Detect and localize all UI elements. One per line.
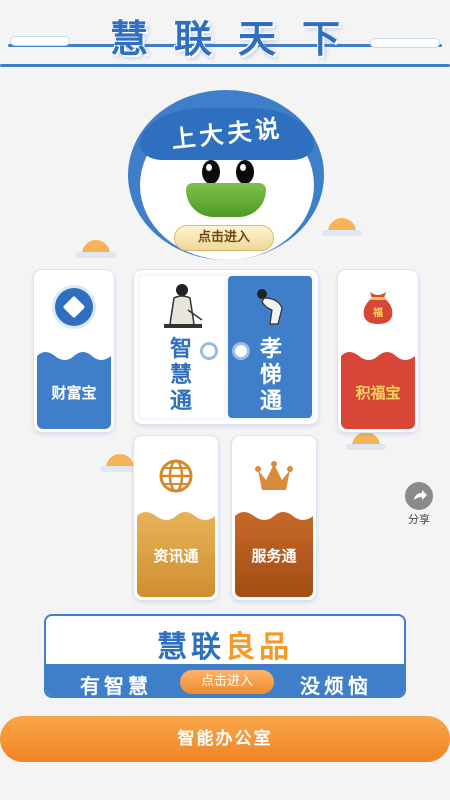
mascot-eye-icon <box>236 160 254 184</box>
share-icon <box>405 482 433 510</box>
wave-decoration <box>235 510 313 520</box>
share-label: 分享 <box>408 513 430 526</box>
coin-icon <box>55 288 93 326</box>
globe-icon <box>159 459 193 493</box>
card-service-label: 服务通 <box>251 547 297 565</box>
card-filial-label: 孝悌通 <box>259 336 282 414</box>
mascot-enter-button[interactable]: 点击进入 <box>174 225 274 251</box>
card-blessing-label: 积福宝 <box>355 384 401 402</box>
banner-title: 慧联良品 <box>46 622 404 666</box>
sun-decoration-icon <box>322 218 362 236</box>
share-button[interactable]: 分享 <box>398 482 440 526</box>
wave-decoration <box>137 510 215 520</box>
card-wealth-label: 财富宝 <box>51 384 97 402</box>
banner-title-part2: 良品 <box>225 630 293 665</box>
header-line-bottom <box>0 64 450 67</box>
ring-icon <box>200 342 218 360</box>
mascot-mouth-icon <box>186 183 266 217</box>
mascot-eye-icon <box>202 160 220 184</box>
card-wisdom-label: 智慧通 <box>169 336 192 414</box>
sun-decoration-icon <box>100 454 140 472</box>
banner-enter-button[interactable]: 点击进入 <box>180 670 274 694</box>
wave-decoration <box>37 350 111 360</box>
bowing-figure-icon <box>257 289 283 325</box>
page-title: 慧联天下 <box>109 16 366 61</box>
ring-icon <box>232 342 250 360</box>
smart-office-button[interactable]: 智能办公室 <box>0 716 450 762</box>
banner-left-text: 有智慧 <box>80 674 152 698</box>
banner-right-text: 没烦恼 <box>300 674 372 698</box>
scholar-figure-icon <box>164 284 203 328</box>
crown-icon <box>255 461 293 490</box>
lucky-bag-text: 福 <box>373 308 383 319</box>
wave-decoration <box>341 350 415 360</box>
promo-banner[interactable]: 慧联良品 有智慧 点击进入 没烦恼 <box>44 614 406 698</box>
card-news-label: 资讯通 <box>153 547 199 565</box>
header: 慧联天下 <box>0 0 450 80</box>
banner-title-part1: 慧联 <box>157 630 225 665</box>
sun-decoration-icon <box>76 240 116 258</box>
sun-decoration-icon <box>346 432 386 450</box>
